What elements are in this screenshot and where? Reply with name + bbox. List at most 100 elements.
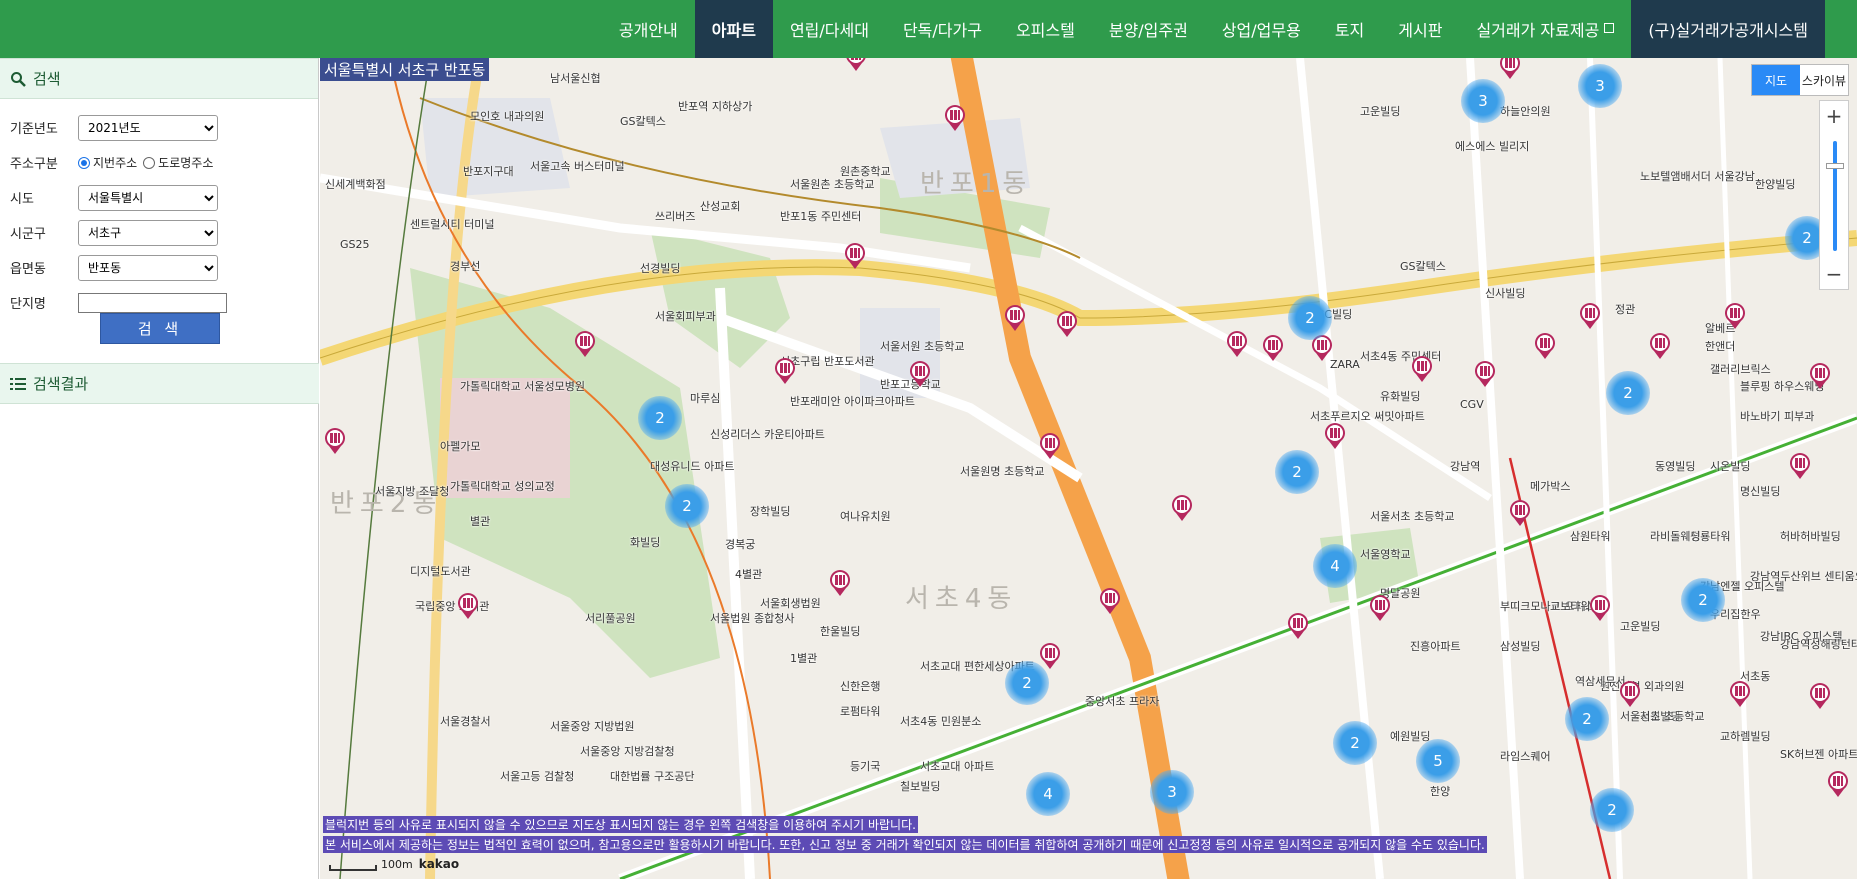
map-place-label: 에스에스 빌리지 — [1455, 140, 1530, 153]
apartment-marker-icon[interactable] — [773, 357, 797, 385]
apartment-marker-icon[interactable] — [1808, 682, 1832, 710]
apartment-marker-icon[interactable] — [1508, 499, 1532, 527]
map-place-label: 서초4동 민원분소 — [900, 715, 982, 728]
cluster-marker[interactable]: 2 — [1565, 697, 1609, 741]
apartment-marker-icon[interactable] — [1723, 302, 1747, 330]
map-place-label: 모인호 내과의원 — [470, 110, 545, 123]
apartment-marker-icon[interactable] — [844, 58, 868, 72]
cluster-marker[interactable]: 3 — [1150, 770, 1194, 814]
cluster-marker[interactable]: 2 — [1590, 788, 1634, 832]
apartment-marker-icon[interactable] — [1578, 302, 1602, 330]
map-place-label: 신사빌딩 — [1485, 287, 1526, 300]
nav-item-board[interactable]: 게시판 — [1381, 0, 1459, 58]
map-place-label: 서울서초 초등학교 — [1370, 510, 1455, 523]
results-title: 검색결과 — [33, 375, 89, 393]
map-place-label: 선경빌딩 — [640, 262, 681, 275]
sido-label: 시도 — [10, 192, 34, 207]
nav-item-info[interactable]: 공개안내 — [602, 0, 695, 58]
dong-label: 읍면동 — [10, 262, 46, 277]
zoom-handle[interactable] — [1826, 163, 1844, 169]
cluster-marker[interactable]: 4 — [1026, 772, 1070, 816]
nav-item-legacy[interactable]: (구)실거래가공개시스템 — [1631, 0, 1825, 58]
cluster-marker[interactable]: 3 — [1578, 64, 1622, 108]
search-button[interactable]: 검 색 — [100, 313, 220, 344]
apartment-marker-icon[interactable] — [1055, 310, 1079, 338]
nav-item-apartment[interactable]: 아파트 — [694, 0, 773, 58]
apartment-marker-icon[interactable] — [1003, 304, 1027, 332]
jibun-radio[interactable]: 지번주소 — [78, 154, 137, 171]
road-radio[interactable]: 도로명주소 — [143, 154, 213, 171]
apartment-marker-icon[interactable] — [1533, 332, 1557, 360]
apartment-marker-icon[interactable] — [943, 104, 967, 132]
map-place-label: 서울중앙 지방검찰청 — [580, 745, 675, 758]
cluster-marker[interactable]: 2 — [1606, 371, 1650, 415]
cluster-marker[interactable]: 5 — [1416, 739, 1460, 783]
apartment-marker-icon[interactable] — [1728, 680, 1752, 708]
nav-item-land[interactable]: 토지 — [1318, 0, 1381, 58]
map-place-label: 아펠가모 — [440, 440, 481, 453]
nav-item-commercial[interactable]: 상업/업무용 — [1205, 0, 1318, 58]
cluster-marker[interactable]: 2 — [1288, 296, 1332, 340]
apartment-marker-icon[interactable] — [573, 330, 597, 358]
tab-skyview[interactable]: 스카이뷰 — [1800, 65, 1848, 95]
map-place-label: 센트럴시티 터미널 — [410, 218, 495, 231]
apartment-marker-icon[interactable] — [1225, 330, 1249, 358]
apartment-marker-icon[interactable] — [1648, 332, 1672, 360]
apartment-marker-icon[interactable] — [1826, 770, 1850, 798]
list-icon — [10, 377, 26, 391]
dong-label-banpo1: 반포1동 — [920, 169, 1033, 199]
zoom-out-button[interactable]: − — [1820, 259, 1848, 289]
year-select[interactable]: 2021년도 — [78, 114, 218, 141]
apartment-marker-icon[interactable] — [843, 242, 867, 270]
apartment-marker-icon[interactable] — [323, 427, 347, 455]
apartment-marker-icon[interactable] — [1618, 680, 1642, 708]
cluster-marker[interactable]: 3 — [1461, 79, 1505, 123]
area-label: 서울특별시 서초구 반포동 — [320, 58, 490, 81]
apartment-marker-icon[interactable] — [1588, 594, 1612, 622]
apartment-marker-icon[interactable] — [1323, 422, 1347, 450]
map-view[interactable]: 반포1동 반포2동 서초4동 남서울신협 반포역 지하상가 모인호 내과의원 GS칼텍… — [320, 58, 1857, 879]
apartment-marker-icon[interactable] — [1808, 362, 1832, 390]
sido-select[interactable]: 서울특별시 — [78, 184, 218, 211]
nav-item-villa[interactable]: 연립/다세대 — [773, 0, 886, 58]
map-place-label: 서울원촌 초등학교 — [790, 178, 875, 191]
nav-item-officetel[interactable]: 오피스텔 — [999, 0, 1092, 58]
kakao-logo: kakao — [418, 857, 460, 871]
apartment-marker-icon[interactable] — [1286, 612, 1310, 640]
cluster-marker[interactable]: 2 — [1681, 578, 1725, 622]
apartment-marker-icon[interactable] — [1473, 360, 1497, 388]
apartment-marker-icon[interactable] — [1498, 58, 1522, 80]
apartment-marker-icon[interactable] — [1368, 594, 1392, 622]
cluster-marker[interactable]: 2 — [638, 396, 682, 440]
map-place-label: 1별관 — [790, 652, 818, 665]
apartment-marker-icon[interactable] — [1038, 432, 1062, 460]
nav-item-data[interactable]: 실거래가 자료제공 — [1459, 0, 1631, 58]
map-base — [320, 58, 1857, 879]
apartment-marker-icon[interactable] — [1410, 355, 1434, 383]
apartment-marker-icon[interactable] — [828, 569, 852, 597]
map-place-label: 하늘안의원 — [1500, 105, 1551, 118]
nav-item-house[interactable]: 단독/다가구 — [886, 0, 999, 58]
danji-input[interactable] — [78, 292, 227, 313]
map-place-label: 동영빌딩 — [1655, 460, 1696, 473]
apartment-marker-icon[interactable] — [908, 360, 932, 388]
dong-select[interactable]: 반포동 — [78, 254, 218, 281]
apartment-marker-icon[interactable] — [1170, 494, 1194, 522]
cluster-marker[interactable]: 2 — [1005, 661, 1049, 705]
zoom-slider[interactable] — [1833, 141, 1837, 251]
cluster-marker[interactable]: 2 — [1275, 450, 1319, 494]
scale-label: 100m — [381, 858, 413, 871]
cluster-marker[interactable]: 2 — [1333, 721, 1377, 765]
tab-map[interactable]: 지도 — [1752, 65, 1800, 95]
cluster-marker[interactable]: 4 — [1313, 544, 1357, 588]
sigungu-select[interactable]: 서초구 — [78, 219, 218, 246]
apartment-marker-icon[interactable] — [1261, 334, 1285, 362]
zoom-in-button[interactable]: + — [1820, 101, 1848, 131]
apartment-marker-icon[interactable] — [1788, 452, 1812, 480]
nav-item-presale[interactable]: 분양/입주권 — [1092, 0, 1205, 58]
cluster-marker[interactable]: 2 — [665, 484, 709, 528]
apartment-marker-icon[interactable] — [1098, 587, 1122, 615]
apartment-marker-icon[interactable] — [456, 592, 480, 620]
search-title: 검색 — [33, 70, 61, 88]
map-place-label: GS칼텍스 — [1400, 260, 1446, 273]
